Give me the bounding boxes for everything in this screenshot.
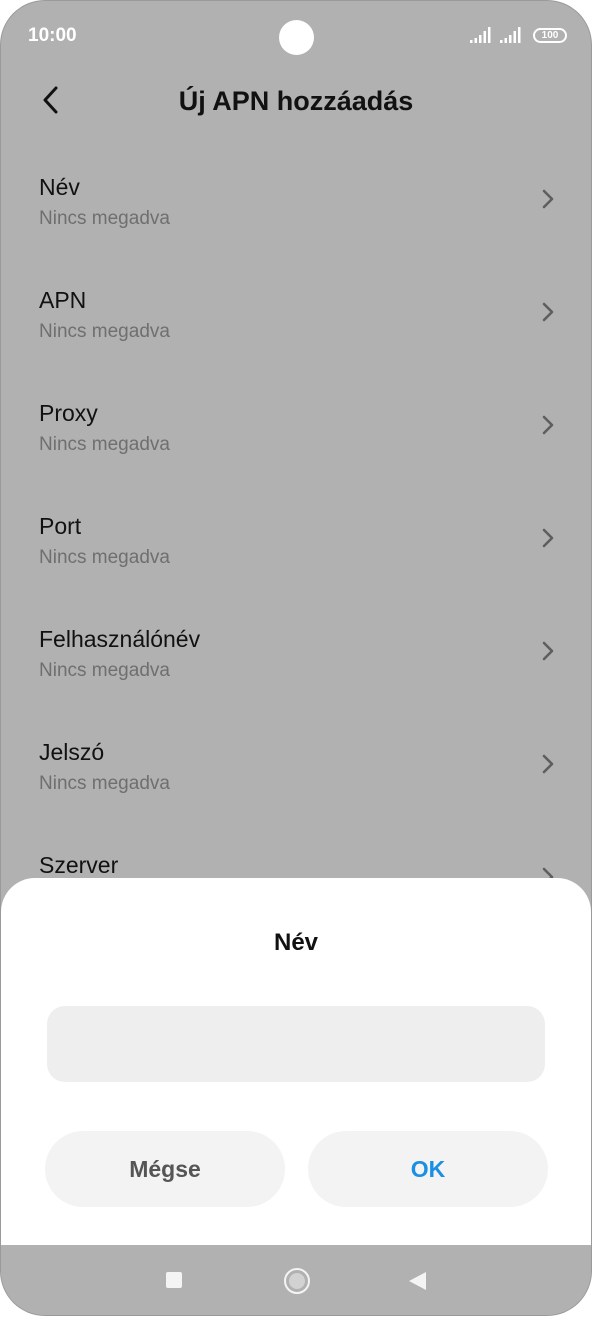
chevron-right-icon bbox=[542, 528, 554, 548]
list-item-title: Port bbox=[39, 513, 82, 539]
list-item-subtitle: Nincs megadva bbox=[39, 773, 170, 794]
chevron-right-icon bbox=[542, 415, 554, 435]
status-time: 10:00 bbox=[28, 25, 77, 46]
battery-icon: 100 bbox=[533, 27, 567, 43]
dialog-title: Név bbox=[273, 929, 319, 956]
page-title: Új APN hozzáadás bbox=[178, 86, 414, 116]
list-item-subtitle: Nincs megadva bbox=[39, 208, 170, 229]
home-inner-circle bbox=[289, 1273, 305, 1289]
list-item-apn[interactable]: APN Nincs megadva bbox=[1, 257, 591, 370]
signal-icon-2 bbox=[500, 27, 521, 43]
list-item-subtitle: Nincs megadva bbox=[39, 434, 170, 455]
ok-button[interactable]: OK bbox=[308, 1131, 548, 1207]
list-item-proxy[interactable]: Proxy Nincs megadva bbox=[1, 370, 591, 483]
triangle-back-icon[interactable] bbox=[409, 1272, 426, 1290]
list-item-password[interactable]: Jelszó Nincs megadva bbox=[1, 709, 591, 822]
chevron-right-icon bbox=[542, 641, 554, 661]
list-item-title: Proxy bbox=[39, 400, 98, 426]
name-input-dialog: Név Mégse OK bbox=[1, 878, 591, 1245]
front-camera-cutout bbox=[279, 20, 314, 55]
list-item-username[interactable]: Felhasználónév Nincs megadva bbox=[1, 596, 591, 709]
name-input[interactable] bbox=[47, 1006, 545, 1082]
app-header: Új APN hozzáadás bbox=[1, 71, 591, 131]
system-navigation-bar bbox=[1, 1245, 591, 1315]
circle-icon[interactable] bbox=[284, 1268, 310, 1294]
apn-settings-list: Név Nincs megadva APN Nincs megadva Prox… bbox=[1, 144, 591, 935]
list-item-subtitle: Nincs megadva bbox=[39, 321, 170, 342]
chevron-right-icon bbox=[542, 302, 554, 322]
list-item-subtitle: Nincs megadva bbox=[39, 660, 170, 681]
list-item-title: Név bbox=[39, 174, 80, 200]
list-item-name[interactable]: Név Nincs megadva bbox=[1, 144, 591, 257]
list-item-title: Jelszó bbox=[39, 739, 105, 765]
cancel-button[interactable]: Mégse bbox=[45, 1131, 285, 1207]
list-item-title: Felhasználónév bbox=[39, 626, 201, 652]
signal-icon bbox=[470, 27, 491, 43]
list-item-subtitle: Nincs megadva bbox=[39, 547, 170, 568]
chevron-right-icon bbox=[542, 754, 554, 774]
list-item-port[interactable]: Port Nincs megadva bbox=[1, 483, 591, 596]
list-item-title: APN bbox=[39, 287, 87, 313]
chevron-right-icon bbox=[542, 189, 554, 209]
status-icons: 100 bbox=[469, 27, 567, 43]
list-item-title: Szerver bbox=[39, 852, 119, 878]
phone-screen: 10:00 100 Új APN hozzáadás Név Nincs meg… bbox=[1, 1, 591, 1315]
square-icon[interactable] bbox=[166, 1272, 182, 1288]
battery-level: 100 bbox=[541, 29, 559, 41]
status-bar: 10:00 100 bbox=[1, 1, 591, 71]
